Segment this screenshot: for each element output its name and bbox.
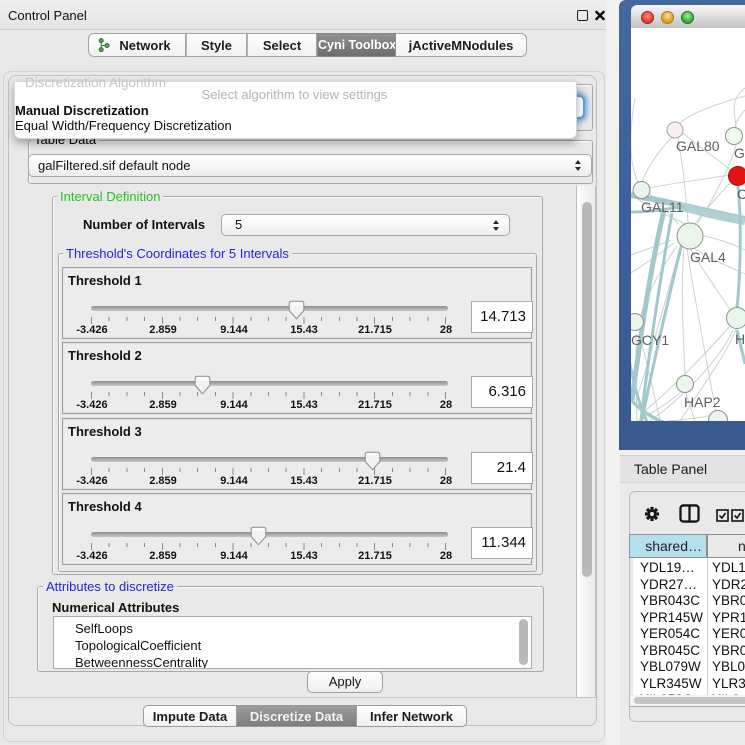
- svg-text:GAL80: GAL80: [676, 138, 720, 154]
- svg-text:H: H: [735, 331, 745, 347]
- svg-text:GAL11: GAL11: [641, 199, 684, 215]
- svg-text:GCY1: GCY1: [631, 332, 669, 348]
- svg-text:C: C: [737, 186, 745, 202]
- svg-text:G.: G.: [734, 145, 745, 161]
- svg-text:GAL4: GAL4: [690, 249, 726, 265]
- svg-text:HAP2: HAP2: [684, 394, 721, 410]
